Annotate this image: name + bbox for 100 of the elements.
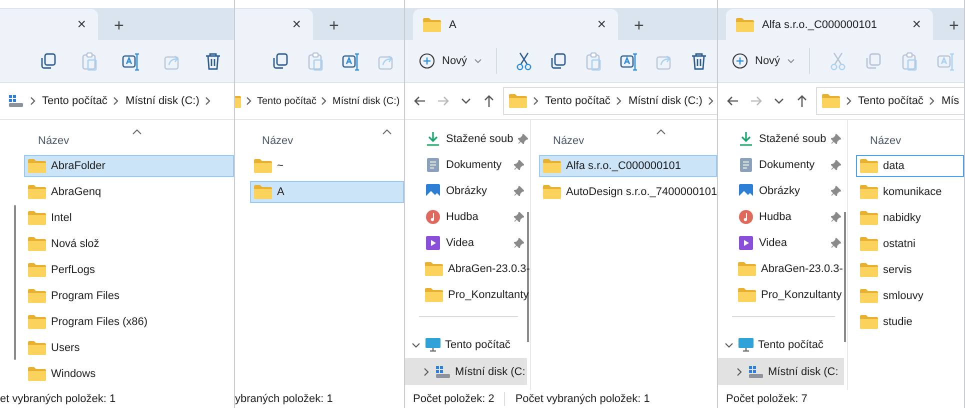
chevron-right-icon [845, 96, 853, 106]
sidebar-item[interactable]: AbraGen-23.0.3- [405, 256, 530, 282]
sidebar-item[interactable]: Hudba [718, 204, 847, 230]
file-row[interactable]: data [856, 155, 964, 177]
breadcrumb-item[interactable]: Tento počítač [545, 95, 610, 107]
file-row[interactable]: servis [856, 259, 964, 281]
folder-icon [28, 211, 46, 225]
breadcrumb-item[interactable]: Tento počítač [257, 96, 316, 106]
column-header[interactable]: Název [553, 135, 584, 147]
file-row[interactable]: PerfLogs [24, 259, 234, 281]
status-text: Počet položek: 2 [413, 393, 494, 405]
tab[interactable]: × [0, 9, 98, 40]
file-row[interactable]: Program Files (x86) [24, 311, 234, 333]
file-row[interactable]: Program Files [24, 285, 234, 307]
folder-icon [254, 159, 272, 173]
folder-icon [736, 18, 754, 32]
rename-icon [121, 51, 141, 71]
breadcrumb-item[interactable]: Mís [941, 95, 960, 107]
chevron-right-icon [532, 96, 540, 106]
folder-icon [28, 315, 46, 329]
tree-item[interactable]: Místní disk (C: [405, 358, 527, 385]
file-row[interactable]: smlouvy [856, 285, 964, 307]
download-icon [738, 131, 754, 147]
status-text: Počet vybraných položek: 1 [515, 393, 650, 405]
file-row[interactable]: Alfa s.r.o._C000000101 [539, 155, 717, 177]
chevron-down-icon [787, 58, 796, 64]
sidebar-item[interactable]: Obrázky [718, 178, 847, 204]
chevron-right-icon [615, 96, 624, 106]
folder-icon [28, 185, 46, 199]
sidebar-item[interactable]: Obrázky [405, 178, 530, 204]
file-row[interactable]: komunikace [856, 181, 964, 203]
picture-icon [738, 183, 754, 199]
tree-item[interactable]: Tento počítač [718, 331, 844, 358]
folder-icon [28, 289, 46, 303]
folder-icon [860, 263, 878, 277]
close-tab-button[interactable]: × [912, 16, 921, 33]
sidebar-item[interactable]: Dokumenty [405, 152, 530, 178]
close-tab-button[interactable]: × [597, 16, 606, 33]
folder-icon [860, 185, 878, 199]
file-row[interactable]: studie [856, 311, 964, 333]
tab[interactable]: × [235, 9, 313, 40]
drive-icon [748, 364, 764, 380]
document-icon [425, 157, 441, 173]
plus-circle-icon [419, 53, 435, 69]
sidebar-item[interactable]: AbraGen-23.0.3- [718, 256, 847, 282]
sidebar-item[interactable]: Videa [405, 230, 530, 256]
status-text: ybraných položek: 1 [235, 393, 333, 405]
sidebar-item[interactable]: Pro_Konzultanty [718, 282, 847, 308]
chevron-right-icon[interactable] [421, 366, 431, 376]
close-tab-button[interactable]: × [77, 16, 86, 33]
rename-icon [936, 51, 956, 71]
file-row[interactable]: AutoDesign s.r.o._7400000101 [539, 181, 717, 203]
new-tab-button[interactable]: + [949, 17, 959, 34]
column-header[interactable]: Název [262, 135, 294, 147]
file-row[interactable]: Users [24, 337, 234, 359]
breadcrumb-item[interactable]: Tento počítač [858, 95, 924, 107]
file-row[interactable]: Windows [24, 363, 234, 385]
folder-icon [28, 159, 46, 173]
file-row[interactable]: ~ [250, 155, 404, 177]
pin-icon [514, 212, 524, 222]
video-icon [738, 235, 754, 251]
new-tab-button[interactable]: + [114, 17, 124, 34]
breadcrumb-item[interactable]: Místní disk (C:) [125, 95, 200, 107]
sidebar-item[interactable]: Videa [718, 230, 847, 256]
tree-item[interactable]: Tento počítač [405, 331, 527, 358]
sidebar-item[interactable]: Dokumenty [718, 152, 847, 178]
new-button[interactable]: Nový [411, 45, 490, 77]
sidebar-item[interactable]: Stažené soub [718, 126, 847, 152]
breadcrumb-item[interactable]: Místní disk (C:) [332, 96, 400, 106]
folder-icon [28, 367, 46, 381]
new-tab-button[interactable]: + [329, 17, 339, 34]
folder-icon [28, 263, 46, 277]
tree-item[interactable]: Místní disk (C: [718, 358, 844, 385]
chevron-right-icon [928, 96, 936, 106]
file-row[interactable]: nabidky [856, 207, 964, 229]
close-tab-button[interactable]: × [292, 16, 301, 33]
folder-icon [28, 237, 46, 251]
file-row[interactable]: AbraFolder [24, 155, 234, 177]
tab[interactable]: A × [413, 9, 618, 40]
sidebar-item[interactable]: Pro_Konzultanty [405, 282, 530, 308]
file-row[interactable]: Intel [24, 207, 234, 229]
tab[interactable]: Alfa s.r.o._C000000101 × [726, 9, 933, 40]
rename-icon [619, 51, 640, 71]
chevron-right-icon[interactable] [734, 366, 744, 376]
breadcrumb-item[interactable]: Tento počítač [42, 95, 108, 107]
sidebar-item[interactable]: Stažené soub [405, 126, 530, 152]
file-row[interactable]: A [250, 181, 404, 203]
video-icon [425, 235, 441, 251]
new-tab-button[interactable]: + [634, 17, 644, 34]
column-header[interactable]: Název [870, 135, 902, 147]
file-row[interactable]: Nová slož [24, 233, 234, 255]
file-row[interactable]: ostatni [856, 233, 964, 255]
sidebar-item[interactable]: Hudba [405, 204, 530, 230]
breadcrumb-item[interactable]: Místní disk (C:) [628, 95, 702, 107]
column-header[interactable]: Název [38, 135, 70, 147]
download-icon [425, 131, 441, 147]
monitor-icon [425, 336, 441, 352]
music-icon [738, 209, 754, 225]
tab-title: A [449, 18, 458, 30]
file-row[interactable]: AbraGenq [24, 181, 234, 203]
